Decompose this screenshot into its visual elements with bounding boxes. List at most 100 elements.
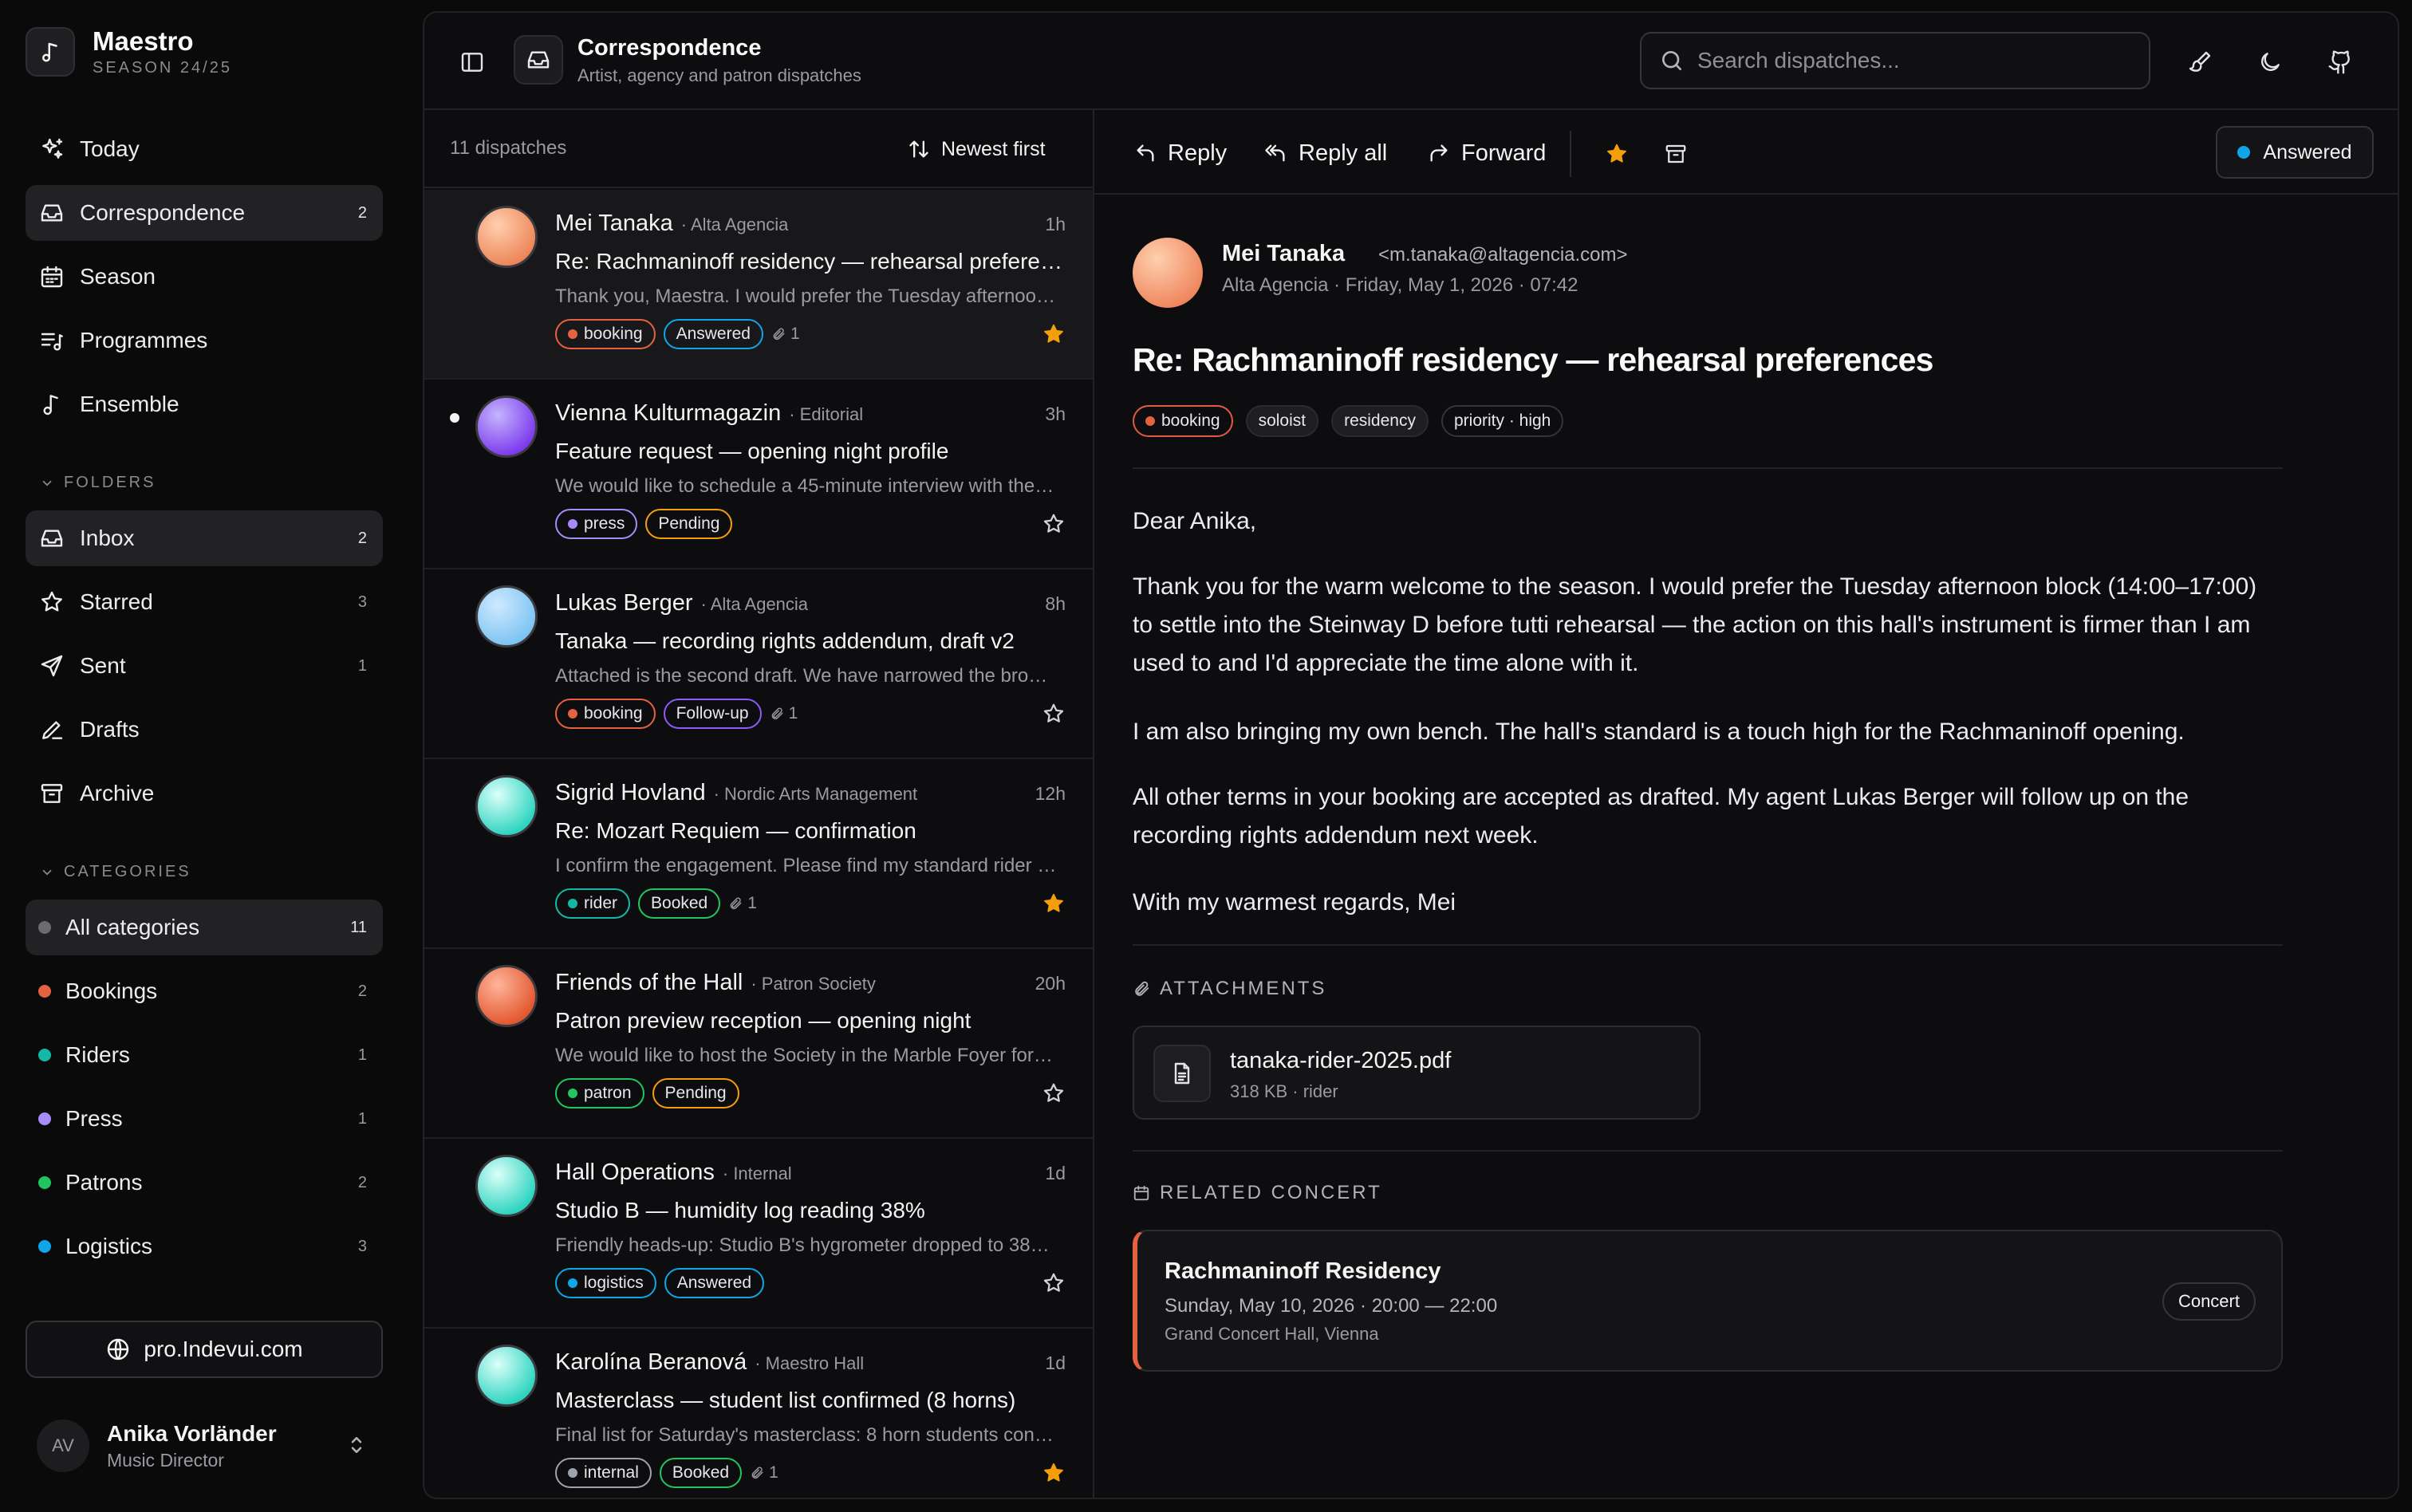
related-concert-card[interactable]: Rachmaninoff Residency Sunday, May 10, 2… [1133,1230,2283,1372]
nav-label: Correspondence [80,200,246,225]
brand[interactable]: Maestro SEASON 24/25 [26,26,232,77]
message-row[interactable]: Karolína Beranová · Maestro Hall 1d Masterc… [424,1329,1093,1498]
github-button[interactable] [2318,40,2363,85]
category-logistics[interactable]: Logistics 3 [26,1219,383,1274]
message-tags: booking Answered 1 [555,319,800,349]
status-label: Pending [658,514,720,533]
send-icon [38,652,65,679]
folder-label: Sent [80,653,126,678]
site-link-label: pro.Indevui.com [144,1337,303,1361]
attachment-count: 1 [769,1463,778,1482]
archive-icon [38,780,65,807]
star-toggle-button[interactable] [1597,134,1637,174]
tag-dot [568,1089,577,1098]
message-row[interactable]: Vienna Kulturmagazin · Editorial 3h Feature… [424,380,1093,569]
folder-drafts[interactable]: Drafts [26,702,383,758]
message-preview: Thank you, Maestra. I would prefer the T… [555,285,1058,307]
tag-chip[interactable]: priority · high [1440,405,1564,437]
star-icon[interactable] [1042,702,1066,726]
status-dropdown[interactable]: Answered [2216,126,2374,179]
category-tag: logistics [555,1268,656,1298]
category-count: 1 [357,1045,367,1064]
paintbrush-icon [2189,51,2211,72]
star-icon[interactable] [1042,1081,1066,1105]
related-concert-heading: RELATED CONCERT [1133,1182,1382,1204]
folder-archive[interactable]: Archive [26,766,383,821]
message-preview: We would like to schedule a 45-minute in… [555,475,1058,497]
attachment-card[interactable]: tanaka-rider-2025.pdf 318 KB · rider [1133,1026,1701,1120]
message-preview: Final list for Saturday's masterclass: 8… [555,1424,1058,1446]
nav-item-today[interactable]: Today [26,121,383,177]
calendar-icon [38,263,65,290]
tag-dot [568,1278,577,1288]
tag-chip[interactable]: residency [1331,405,1429,437]
search-input[interactable] [1697,48,2128,73]
dispatch-count: 11 dispatches [450,137,567,159]
nav-item-ensemble[interactable]: Ensemble [26,376,383,432]
sender: Friends of the Hall · Patron Society [555,970,876,996]
archive-button[interactable] [1656,134,1696,174]
avatar [475,396,538,458]
star-filled-icon[interactable] [1042,322,1066,346]
page-title: Correspondence [577,35,762,61]
tag-chip[interactable]: booking [1133,405,1233,437]
star-filled-icon[interactable] [1042,1461,1066,1485]
nav-item-season[interactable]: Season [26,249,383,305]
related-label: RELATED CONCERT [1160,1182,1382,1203]
message-subject: Tanaka — recording rights addendum, draf… [555,628,1015,653]
site-link-button[interactable]: pro.Indevui.com [26,1321,383,1378]
categories-section-toggle[interactable]: CATEGORIES [40,863,191,881]
toggle-sidebar-button[interactable] [453,43,491,81]
sender-name: Karolína Beranová [555,1349,747,1375]
dark-mode-toggle[interactable] [2248,40,2292,85]
message-row[interactable]: Friends of the Hall · Patron Society 20h Pa… [424,949,1093,1139]
sender-name: Sigrid Hovland [555,780,706,805]
category-all[interactable]: All categories 11 [26,900,383,955]
avatar [475,206,538,268]
message-row[interactable]: Lukas Berger · Alta Agencia 8h Tanaka — rec… [424,569,1093,759]
sort-button[interactable]: Newest first [908,131,1046,167]
folder-label: Archive [80,781,155,805]
message-preview: I confirm the engagement. Please find my… [555,855,1058,876]
category-bookings[interactable]: Bookings 2 [26,963,383,1019]
nav-item-programmes[interactable]: Programmes [26,313,383,368]
tag-chip[interactable]: soloist [1245,405,1319,437]
folder-inbox[interactable]: Inbox 2 [26,510,383,566]
folder-sent[interactable]: Sent 1 [26,638,383,694]
category-count: 2 [357,982,367,1000]
attachment-meta: 318 KB · rider [1230,1081,1338,1101]
sender: Lukas Berger · Alta Agencia [555,590,808,616]
theme-customize-button[interactable] [2178,40,2222,85]
nav-item-correspondence[interactable]: Correspondence 2 [26,185,383,241]
tag-label: priority · high [1453,411,1551,430]
category-press[interactable]: Press 1 [26,1091,383,1147]
message-subject: Feature request — opening night profile [555,439,949,463]
category-riders[interactable]: Riders 1 [26,1027,383,1083]
nav-label: Ensemble [80,392,179,416]
concert-title: Rachmaninoff Residency [1165,1258,1441,1284]
folders-section-toggle[interactable]: FOLDERS [40,474,156,492]
category-label: All categories [65,915,200,939]
message-row[interactable]: Hall Operations · Internal 1d Studio B — hu… [424,1139,1093,1329]
star-icon[interactable] [1042,512,1066,536]
top-bar: Correspondence Artist, agency and patron… [424,13,2398,110]
tag-dot [1145,416,1155,426]
message-row[interactable]: Sigrid Hovland · Nordic Arts Management 12… [424,759,1093,949]
star-filled-icon[interactable] [1042,892,1066,915]
message-subject: Re: Mozart Requiem — confirmation [555,818,916,843]
search-box[interactable] [1640,32,2150,89]
reply-button[interactable]: Reply [1134,136,1227,171]
sidebar-icon [461,53,483,72]
forward-button[interactable]: Forward [1428,136,1546,171]
search-icon [1662,51,1681,70]
message-row[interactable]: Mei Tanaka · Alta Agencia 1h Re: Rachmanino… [424,190,1093,380]
inbox-icon [514,35,563,85]
category-tag: rider [555,888,631,919]
sender-email: <m.tanaka@altagencia.com> [1378,244,1628,266]
category-patrons[interactable]: Patrons 2 [26,1155,383,1211]
star-icon[interactable] [1042,1271,1066,1295]
folder-starred[interactable]: Starred 3 [26,574,383,630]
reply-all-button[interactable]: Reply all [1263,136,1387,171]
archive-icon [1665,144,1686,163]
user-menu[interactable]: AV Anika Vorländer Music Director [37,1419,380,1472]
